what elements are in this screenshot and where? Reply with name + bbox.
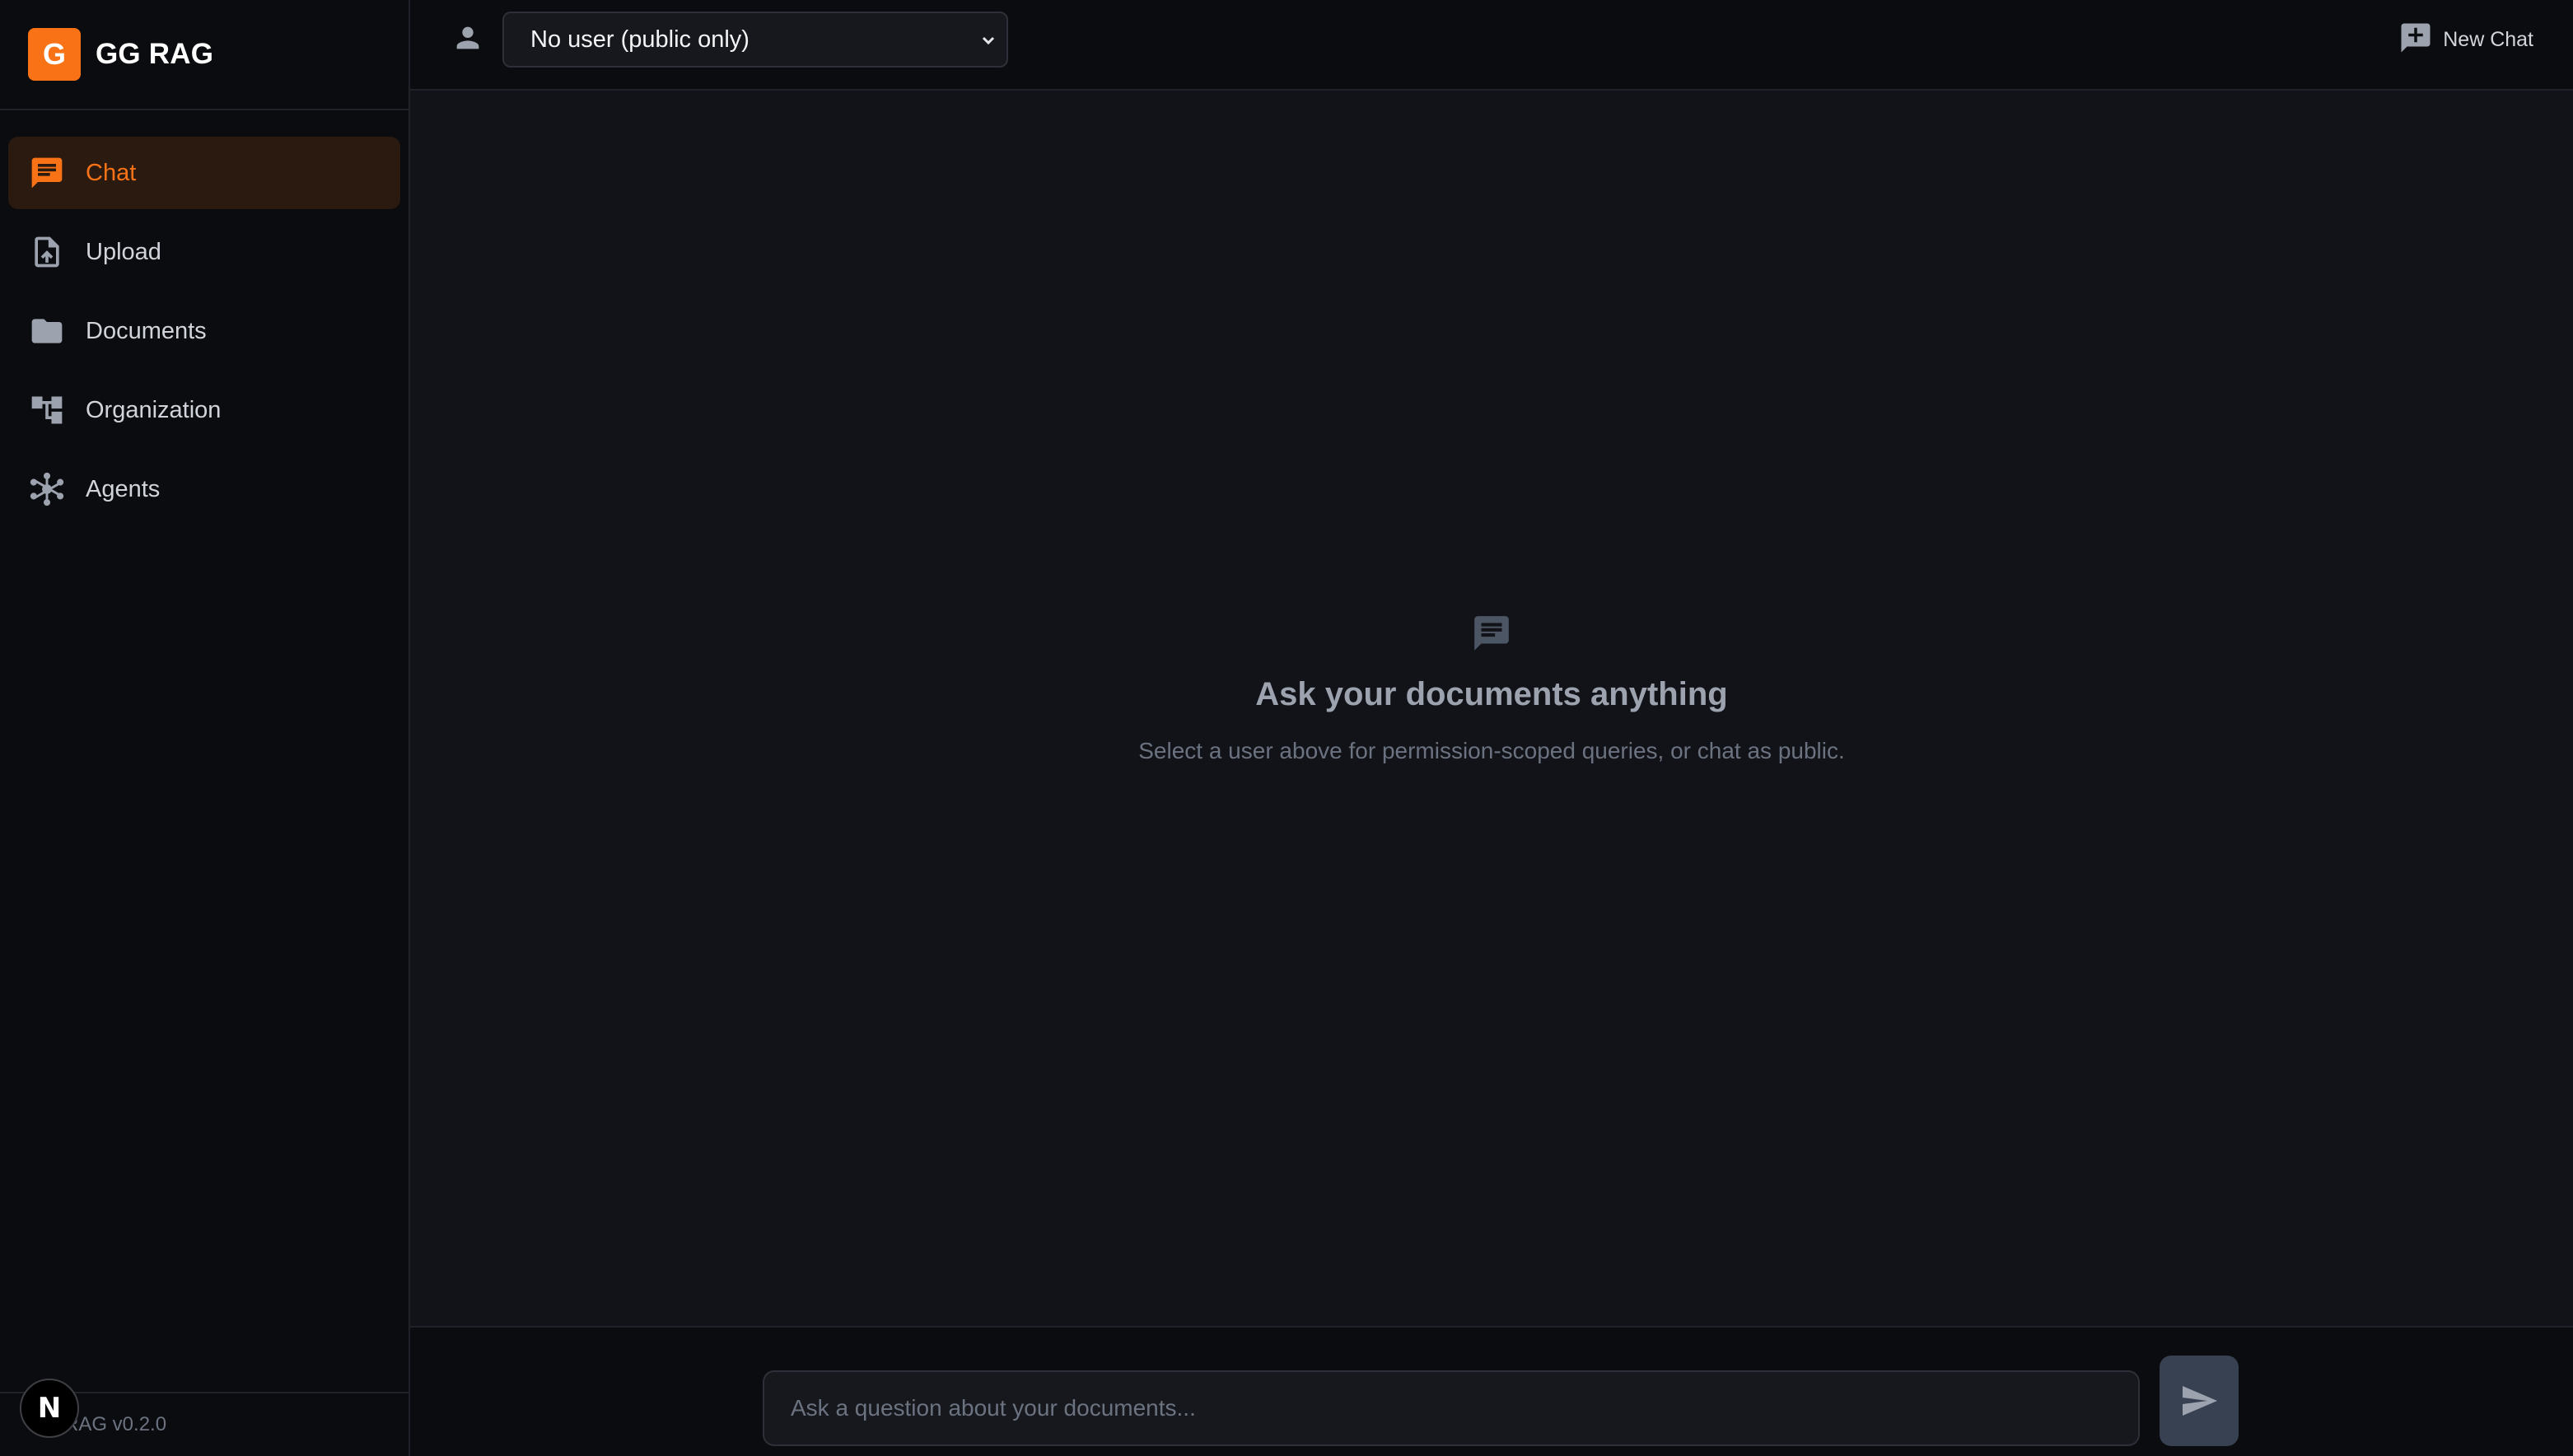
chat-icon: [410, 613, 2573, 658]
sidebar-item-label: Upload: [86, 238, 161, 265]
empty-state: Ask your documents anything Select a use…: [410, 613, 2573, 768]
brand-name: GG RAG: [96, 38, 214, 70]
folder-icon: [28, 312, 66, 350]
brand[interactable]: G GG RAG: [0, 0, 409, 110]
network-hub-icon: [28, 470, 66, 508]
dev-tools-badge[interactable]: N: [20, 1379, 79, 1438]
empty-state-subtitle: Select a user above for permission-scope…: [1138, 738, 1845, 763]
brand-logo: G: [28, 28, 81, 81]
chat-icon: [28, 154, 66, 192]
sidebar-item-upload[interactable]: Upload: [8, 216, 400, 288]
user-select-value: No user (public only): [530, 26, 749, 53]
user-icon: [451, 21, 484, 54]
sidebar-item-organization[interactable]: Organization: [8, 374, 400, 446]
sidebar-item-label: Documents: [86, 317, 207, 344]
question-input[interactable]: [763, 1370, 2140, 1446]
org-tree-icon: [28, 391, 66, 429]
new-chat-button[interactable]: New Chat: [2398, 21, 2533, 58]
sidebar-item-label: Organization: [86, 396, 222, 423]
sidebar: G GG RAG Chat Upload Documents Organizat…: [0, 0, 410, 1456]
sidebar-item-label: Agents: [86, 475, 161, 502]
chat-area: Ask your documents anything Select a use…: [410, 91, 2573, 1326]
chevron-down-icon: [978, 30, 998, 49]
composer: [410, 1326, 2573, 1456]
sidebar-item-chat[interactable]: Chat: [8, 137, 400, 209]
send-button[interactable]: [2160, 1356, 2239, 1446]
empty-state-title: Ask your documents anything: [1255, 676, 1728, 712]
sidebar-nav: Chat Upload Documents Organization Agent…: [0, 110, 409, 525]
add-chat-icon: [2398, 21, 2433, 59]
user-select[interactable]: No user (public only): [502, 12, 1008, 68]
app-root: G GG RAG Chat Upload Documents Organizat…: [0, 0, 2573, 1456]
sidebar-item-documents[interactable]: Documents: [8, 295, 400, 367]
top-bar: No user (public only) New Chat: [410, 0, 2573, 91]
upload-file-icon: [28, 233, 66, 271]
new-chat-label: New Chat: [2443, 27, 2533, 51]
sidebar-item-agents[interactable]: Agents: [8, 453, 400, 525]
send-icon: [2183, 1386, 2217, 1416]
sidebar-item-label: Chat: [86, 159, 137, 186]
